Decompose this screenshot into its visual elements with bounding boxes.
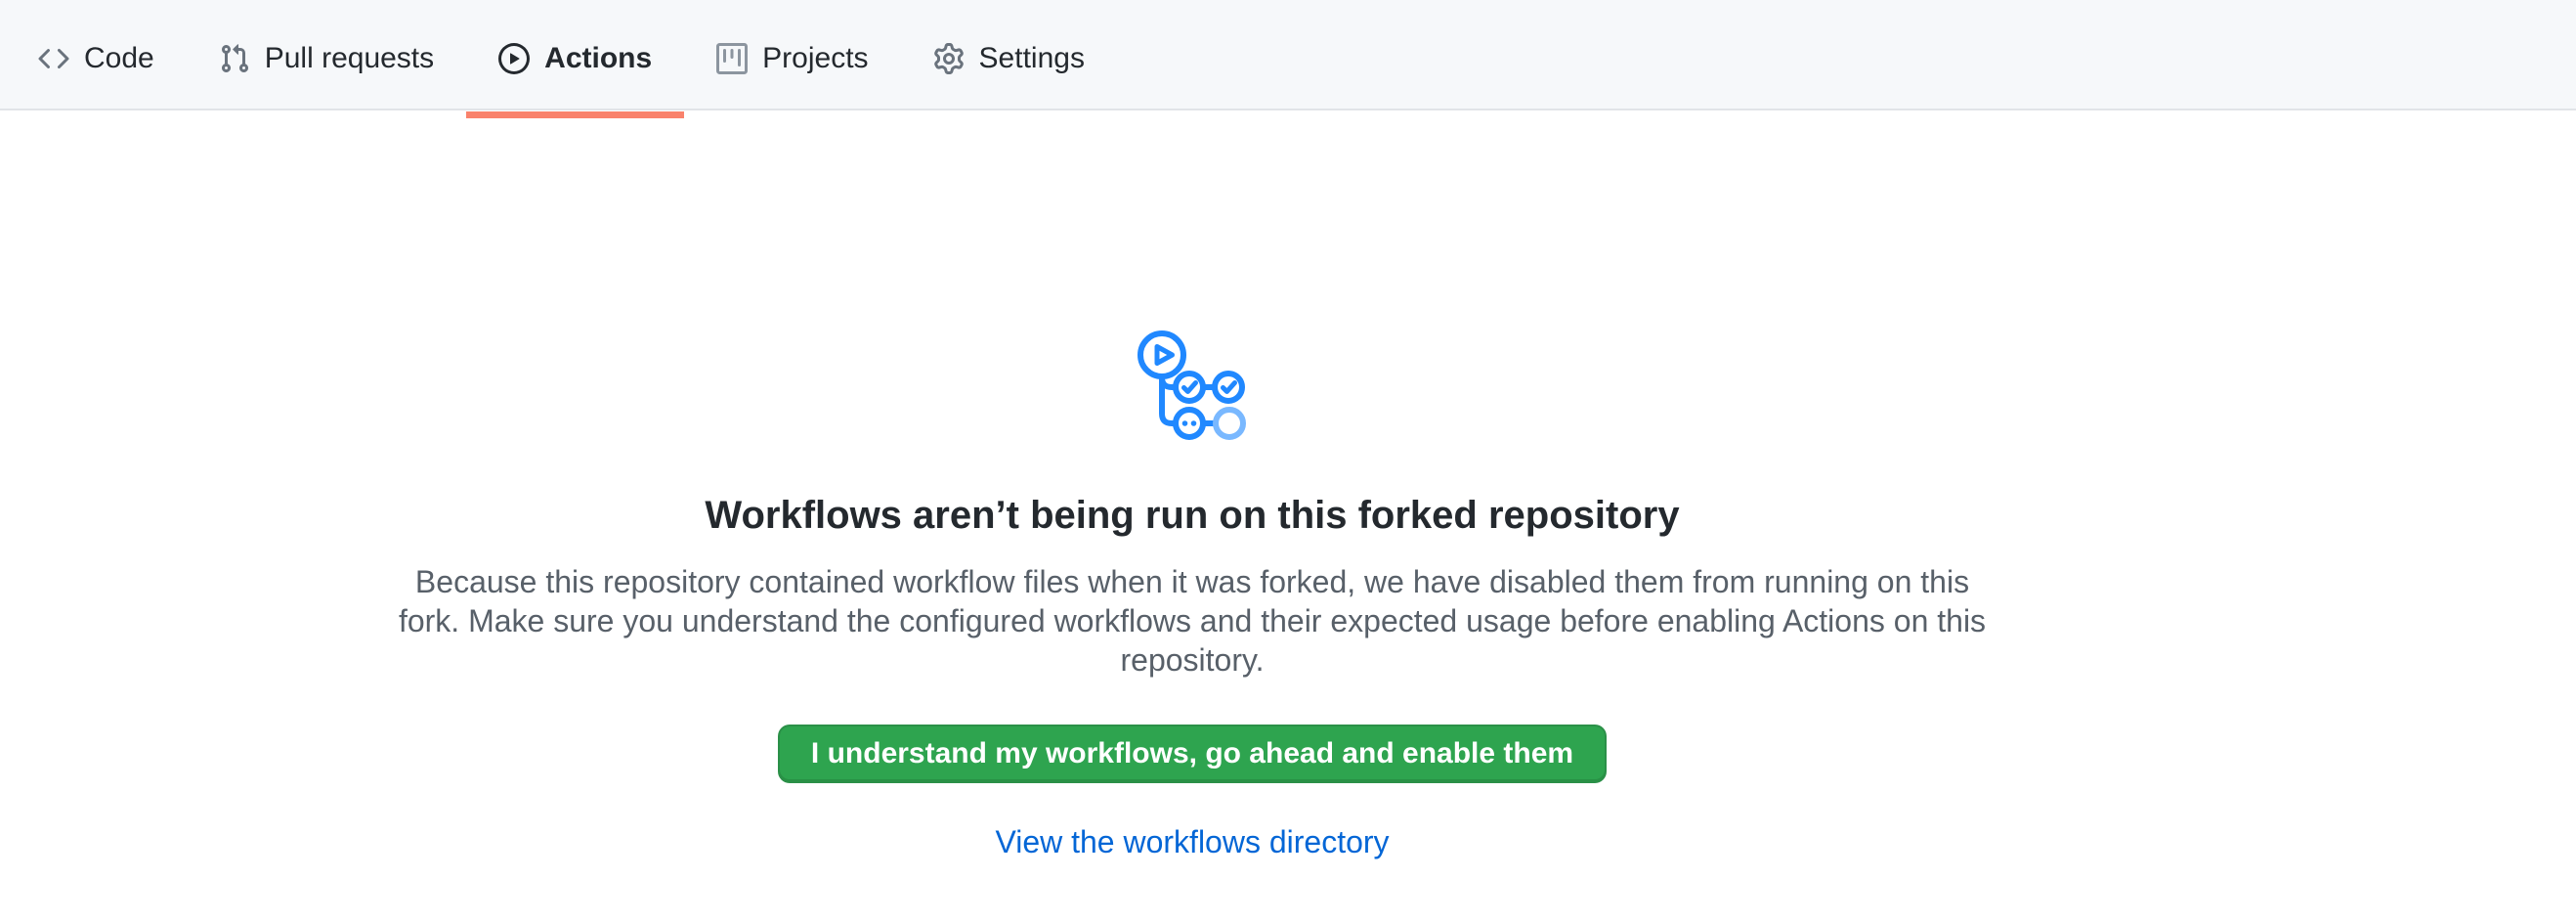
repo-tabs: Code Pull requests Actions Projects Sett — [6, 8, 1117, 109]
git-pull-request-icon — [219, 43, 250, 74]
tab-settings-label: Settings — [979, 44, 1085, 73]
blankslate-description: Because this repository contained workfl… — [394, 562, 1992, 680]
code-icon — [38, 43, 69, 74]
tab-actions-label: Actions — [544, 44, 652, 73]
blankslate-heading: Workflows aren’t being run on this forke… — [0, 490, 2384, 541]
tab-actions[interactable]: Actions — [466, 8, 684, 109]
actions-blankslate: Workflows aren’t being run on this forke… — [0, 110, 2384, 860]
link-row: View the workflows directory — [0, 824, 2384, 860]
tab-pull-requests[interactable]: Pull requests — [187, 8, 466, 109]
workflow-illustration-icon — [1138, 330, 1247, 440]
tab-code-label: Code — [84, 44, 154, 73]
tab-code[interactable]: Code — [6, 8, 187, 109]
tab-projects-label: Projects — [762, 44, 868, 73]
repo-tab-bar: Code Pull requests Actions Projects Sett — [0, 0, 2576, 110]
tab-settings[interactable]: Settings — [901, 8, 1117, 109]
enable-workflows-button[interactable]: I understand my workflows, go ahead and … — [778, 725, 1607, 783]
button-row: I understand my workflows, go ahead and … — [0, 680, 2384, 783]
tab-pull-requests-label: Pull requests — [265, 44, 434, 73]
view-workflows-directory-link[interactable]: View the workflows directory — [995, 824, 1389, 859]
tab-projects[interactable]: Projects — [684, 8, 900, 109]
gear-icon — [933, 43, 965, 74]
play-icon — [498, 43, 530, 74]
project-icon — [716, 43, 748, 74]
